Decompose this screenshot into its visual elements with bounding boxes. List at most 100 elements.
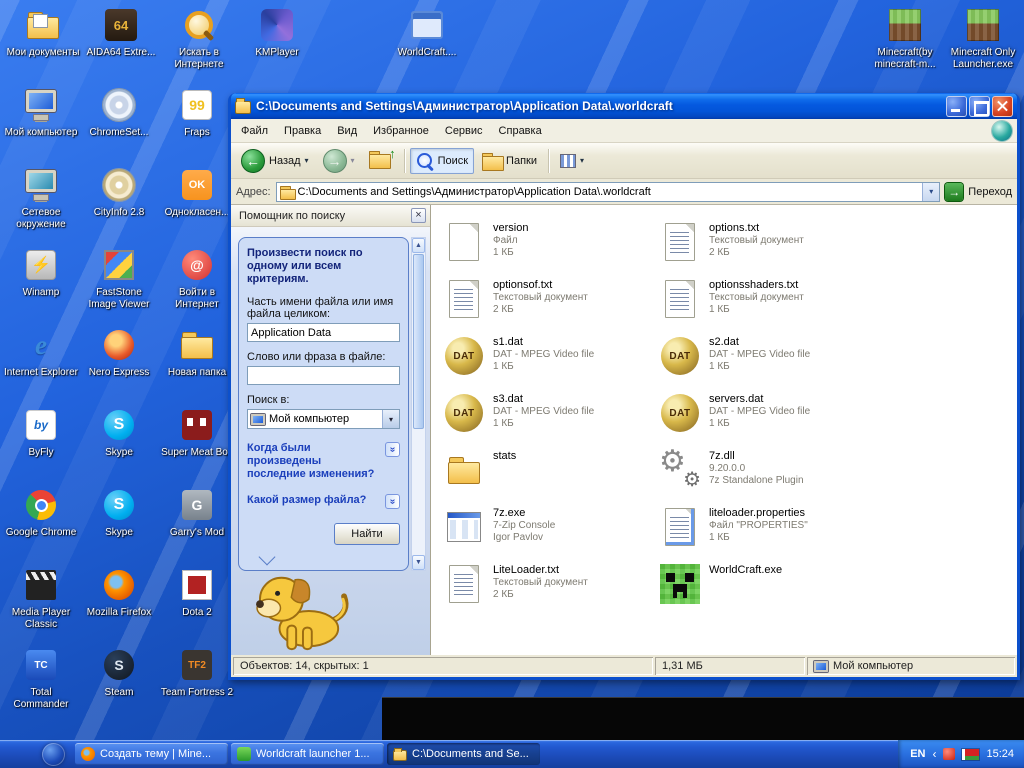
desktop-icon-cd[interactable]: ChromeSet...	[80, 86, 158, 166]
search-dog-mascot[interactable]	[247, 567, 359, 653]
folder-icon	[446, 454, 482, 486]
file-item[interactable]: 7z.exe7-Zip ConsoleIgor Pavlov	[441, 504, 657, 561]
go-label[interactable]: Переход	[968, 186, 1012, 198]
antivirus-tray-icon[interactable]	[943, 748, 955, 760]
desktop-icon-label: Super Meat Boy	[161, 447, 233, 459]
desktop-icon-cd2[interactable]: CityInfo 2.8	[80, 166, 158, 246]
desktop-icon-grass[interactable]: Minecraft(by minecraft-m...	[866, 6, 944, 71]
desktop-icon-tf2[interactable]: TF2Team Fortress 2	[158, 646, 236, 726]
back-dropdown-icon[interactable]: ▾	[305, 156, 309, 165]
file-item[interactable]: optionsshaders.txtТекстовый документ1 КБ	[657, 276, 873, 333]
file-item[interactable]: options.txtТекстовый документ2 КБ	[657, 219, 873, 276]
desktop-icon-tc[interactable]: TCTotal Commander	[2, 646, 80, 726]
taskbar-task[interactable]: Worldcraft launcher 1...	[231, 743, 384, 765]
desktop-icon-fraps[interactable]: 99Fraps	[158, 86, 236, 166]
desktop-icon-chrome[interactable]: Google Chrome	[2, 486, 80, 566]
desktop-icon-dialer[interactable]: @Войти в Интернет	[158, 246, 236, 326]
search-pane-scrollbar[interactable]: ▲ ▼	[411, 237, 426, 571]
search-pane-close-icon[interactable]: ×	[411, 208, 426, 223]
chevron-down-icon[interactable]: »	[385, 442, 400, 457]
file-type: DAT - MPEG Video file	[493, 406, 594, 418]
desktop-icon-firefox[interactable]: Mozilla Firefox	[80, 566, 158, 646]
file-item[interactable]: DATs3.datDAT - MPEG Video file1 КБ	[441, 390, 657, 447]
address-dropdown-icon[interactable]: ▾	[922, 183, 939, 201]
desktop-icon-app-window[interactable]: WorldCraft....	[388, 6, 466, 59]
file-detail: 1 КБ	[493, 361, 594, 373]
network-icon	[23, 169, 59, 201]
file-item[interactable]: liteloader.propertiesФайл "PROPERTIES"1 …	[657, 504, 873, 561]
desktop-icon-magnifier[interactable]: Искать в Интернете	[160, 6, 238, 71]
scroll-up-icon[interactable]: ▲	[412, 238, 425, 253]
menu-item-2[interactable]: Вид	[329, 121, 365, 141]
window-title: C:\Documents and Settings\Администратор\…	[256, 99, 941, 113]
desktop-icon-skype[interactable]: SSkype	[80, 406, 158, 486]
go-icon[interactable]: →	[945, 183, 963, 201]
desktop-icon-label: Media Player Classic	[3, 607, 79, 631]
desktop-icon-label: Google Chrome	[6, 527, 77, 539]
taskbar-task[interactable]: C:\Documents and Se...	[387, 743, 540, 765]
scrollbar-thumb[interactable]	[413, 254, 424, 429]
desktop-icon-monitor[interactable]: Мой компьютер	[2, 86, 80, 166]
chevron-down-icon2[interactable]: »	[385, 494, 400, 509]
desktop-icon-skype[interactable]: SSkype	[80, 486, 158, 566]
start-button[interactable]	[42, 743, 65, 766]
desktop-icon-grass[interactable]: Minecraft Only Launcher.exe	[944, 6, 1022, 71]
taskbar-task[interactable]: Создать тему | Mine...	[75, 743, 228, 765]
desktop-icon-label: Steam	[105, 687, 134, 699]
file-item[interactable]: LiteLoader.txtТекстовый документ2 КБ	[441, 561, 657, 618]
desktop-icon-dota[interactable]: Dota 2	[158, 566, 236, 646]
word-input[interactable]	[247, 366, 400, 385]
select-dropdown-icon[interactable]: ▾	[382, 410, 399, 428]
maximize-button[interactable]	[969, 96, 990, 117]
close-button[interactable]	[992, 96, 1013, 117]
back-button[interactable]: Назад ▾	[235, 145, 315, 177]
scroll-down-icon[interactable]: ▼	[412, 555, 425, 570]
desktop-icon-clapper[interactable]: Media Player Classic	[2, 566, 80, 646]
title-bar[interactable]: C:\Documents and Settings\Администратор\…	[231, 93, 1017, 119]
file-item[interactable]: stats	[441, 447, 657, 504]
desktop-icon-folder-plain[interactable]: Новая папка	[158, 326, 236, 406]
views-button[interactable]: ▾	[554, 150, 590, 172]
filename-input[interactable]	[247, 323, 400, 342]
menu-item-1[interactable]: Правка	[276, 121, 329, 141]
views-dropdown-icon[interactable]: ▾	[580, 156, 584, 165]
modified-date-link[interactable]: Когда были произведены последние изменен…	[247, 442, 400, 481]
file-item[interactable]: optionsof.txtТекстовый документ2 КБ	[441, 276, 657, 333]
file-item[interactable]: versionФайл1 КБ	[441, 219, 657, 276]
flag-tray-icon[interactable]	[962, 749, 979, 760]
file-item[interactable]: 7z.dll9.20.0.07z Standalone Plugin	[657, 447, 873, 504]
desktop-icon-folder-docs[interactable]: Мои документы	[4, 6, 82, 71]
language-indicator[interactable]: EN	[910, 748, 925, 760]
desktop-icon-ok[interactable]: OKОднокласен...	[158, 166, 236, 246]
menu-item-3[interactable]: Избранное	[365, 121, 437, 141]
desktop-icon-network[interactable]: Сетевое окружение	[2, 166, 80, 246]
folders-button[interactable]: Папки	[476, 149, 543, 173]
desktop-icon-gmod[interactable]: GGarry's Mod	[158, 486, 236, 566]
desktop-icon-steam[interactable]: SSteam	[80, 646, 158, 726]
file-item[interactable]: DATs2.datDAT - MPEG Video file1 КБ	[657, 333, 873, 390]
file-item[interactable]: DATs1.datDAT - MPEG Video file1 КБ	[441, 333, 657, 390]
address-folder-icon	[280, 186, 294, 198]
file-size-link[interactable]: Какой размер файла? »	[247, 494, 400, 509]
desktop-icon-ie[interactable]: eInternet Explorer	[2, 326, 80, 406]
forward-button[interactable]: ▾	[317, 145, 361, 177]
search-toolbar-button[interactable]: Поиск	[410, 148, 474, 174]
desktop-icon-faststone[interactable]: FastStone Image Viewer	[80, 246, 158, 326]
desktop-icon-nero[interactable]: Nero Express	[80, 326, 158, 406]
minimize-button[interactable]	[946, 96, 967, 117]
desktop-icon-winamp[interactable]: ⚡Winamp	[2, 246, 80, 326]
menu-item-4[interactable]: Сервис	[437, 121, 491, 141]
desktop-icon-aida64[interactable]: 64AIDA64 Extre...	[82, 6, 160, 71]
tray-chevron-icon[interactable]: ‹	[932, 747, 936, 761]
address-input[interactable]: C:\Documents and Settings\Администратор\…	[276, 182, 941, 202]
desktop-icon-byfly[interactable]: byByFly	[2, 406, 80, 486]
up-button[interactable]: ↑	[363, 147, 399, 175]
desktop-icon-meatboy[interactable]: Super Meat Boy	[158, 406, 236, 486]
file-item[interactable]: WorldCraft.exe	[657, 561, 873, 618]
search-scope-select[interactable]: Мой компьютер ▾	[247, 409, 400, 429]
file-item[interactable]: DATservers.datDAT - MPEG Video file1 КБ	[657, 390, 873, 447]
menu-item-5[interactable]: Справка	[491, 121, 550, 141]
search-submit-button[interactable]: Найти	[334, 523, 400, 545]
desktop-icon-kmplayer[interactable]: KMPlayer	[238, 6, 316, 71]
menu-item-0[interactable]: Файл	[233, 121, 276, 141]
